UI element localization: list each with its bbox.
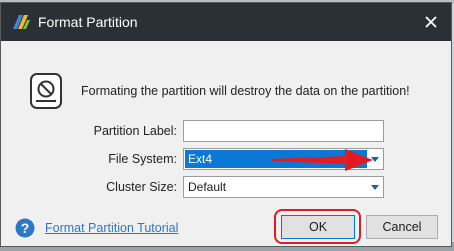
format-partition-tutorial-link[interactable]: Format Partition Tutorial [45, 221, 178, 235]
chevron-down-icon [371, 184, 379, 190]
file-system-dropdown-button[interactable] [368, 150, 382, 168]
window-title: Format Partition [38, 14, 138, 30]
cluster-size-value: Default [188, 180, 227, 194]
app-logo-icon [13, 15, 30, 29]
format-partition-dialog: Format Partition Formating the partition… [0, 2, 452, 247]
chevron-down-icon [371, 156, 379, 162]
cluster-size-dropdown-button[interactable] [368, 178, 382, 196]
cluster-size-label: Cluster Size: [106, 180, 177, 194]
warning-message: Formating the partition will destroy the… [81, 84, 410, 98]
cancel-button[interactable]: Cancel [366, 215, 438, 239]
cluster-size-select[interactable]: Default [183, 176, 384, 198]
partition-label-label: Partition Label: [93, 124, 177, 138]
ok-button[interactable]: OK [281, 215, 355, 239]
svg-text:?: ? [21, 220, 30, 236]
close-button[interactable] [411, 3, 451, 41]
close-icon [425, 16, 437, 28]
file-system-select[interactable]: Ext4 [183, 148, 384, 170]
file-system-label: File System: [108, 152, 177, 166]
disk-prohibited-icon [30, 73, 62, 109]
file-system-value: Ext4 [185, 150, 367, 168]
title-bar: Format Partition [1, 3, 451, 41]
help-icon[interactable]: ? [15, 218, 35, 238]
partition-label-input[interactable] [183, 120, 384, 142]
